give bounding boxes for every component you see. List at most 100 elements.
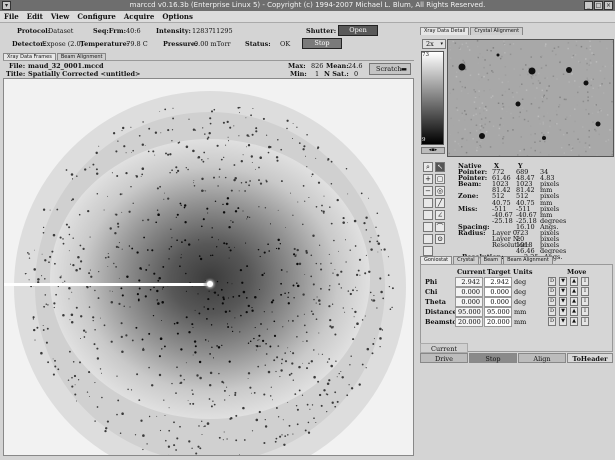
drive-icon[interactable]: D <box>548 307 556 316</box>
scale-menu-button[interactable]: Scratch ▬ <box>369 63 411 75</box>
detail-image[interactable] <box>447 39 614 157</box>
detail-noise-pixel <box>594 128 596 131</box>
shutter-status[interactable]: Open <box>338 25 378 36</box>
detail-noise-pixel <box>612 41 613 43</box>
pixel-info-label: Miss: <box>458 204 478 213</box>
file-value: maud_32_0001.mccd <box>28 62 104 70</box>
diffraction-spot <box>171 140 173 142</box>
diffraction-spot <box>120 322 123 325</box>
toheader-button[interactable]: ToHeader <box>567 353 613 363</box>
target-input[interactable]: 0.000 <box>484 297 512 307</box>
diffraction-spot <box>255 127 258 130</box>
window-menu-icon[interactable]: ▾ <box>2 1 11 10</box>
move-down-icon[interactable]: ▼ <box>559 317 567 326</box>
drive-icon[interactable]: D <box>548 317 556 326</box>
tab-gonio-beam-alignment[interactable]: Beam Alignment <box>503 256 553 264</box>
arc-tool-icon[interactable]: ⌒ <box>435 222 445 232</box>
colorbar[interactable] <box>421 51 444 145</box>
diffraction-spot <box>328 358 331 360</box>
target-input[interactable]: 0.000 <box>484 287 512 297</box>
menu-acquire[interactable]: Acquire <box>124 12 154 21</box>
info-icon[interactable]: I <box>581 307 589 316</box>
detail-noise-pixel <box>595 104 597 106</box>
plus-icon[interactable]: + <box>423 174 433 184</box>
target-input[interactable]: 20.000 <box>484 317 512 327</box>
align-button[interactable]: Align <box>518 353 566 363</box>
detail-noise-pixel <box>452 88 455 91</box>
diffraction-spot <box>191 323 194 326</box>
move-up-icon[interactable]: ▲ <box>570 317 578 326</box>
move-up-icon[interactable]: ▲ <box>570 277 578 286</box>
tool-icon-13[interactable] <box>423 234 433 244</box>
detail-noise-pixel <box>519 111 521 114</box>
stop-motion-button[interactable]: Stop <box>469 353 517 363</box>
menu-view[interactable]: View <box>51 12 69 21</box>
tab-crystal[interactable]: Crystal <box>453 256 479 264</box>
box-tool-icon[interactable]: ▢ <box>435 174 445 184</box>
minimize-icon[interactable]: _ <box>584 1 593 10</box>
drive-button[interactable]: Drive <box>420 353 468 363</box>
diffraction-spot <box>222 211 226 214</box>
diffraction-spot <box>233 164 236 166</box>
info-icon[interactable]: I <box>581 277 589 286</box>
info-icon[interactable]: I <box>581 317 589 326</box>
tab-goniostat[interactable]: Goniostat <box>420 256 453 264</box>
pointer-tool-icon[interactable]: ↖ <box>435 162 445 172</box>
tool-icon-11[interactable] <box>423 222 433 232</box>
move-down-icon[interactable]: ▼ <box>559 297 567 306</box>
tab-beam[interactable]: Beam <box>479 256 503 264</box>
close-icon[interactable]: × <box>604 1 613 10</box>
current-button[interactable]: Current <box>420 343 468 353</box>
diffraction-spot <box>97 297 100 300</box>
menu-configure[interactable]: Configure <box>77 12 116 21</box>
tab-xray-data-detail[interactable]: Xray Data Detail <box>420 27 470 35</box>
stop-button[interactable]: Stop <box>302 38 342 49</box>
diffraction-image-viewer[interactable] <box>3 78 414 456</box>
move-up-icon[interactable]: ▲ <box>570 307 578 316</box>
diffraction-spot <box>43 305 46 308</box>
move-down-icon[interactable]: ▼ <box>559 277 567 286</box>
diffraction-spot <box>277 416 280 418</box>
tool-icon-9[interactable] <box>423 210 433 220</box>
drive-icon[interactable]: D <box>548 287 556 296</box>
move-down-icon[interactable]: ▼ <box>559 287 567 296</box>
tool-icon-15[interactable] <box>423 246 433 256</box>
line-tool-icon[interactable]: ╱ <box>435 198 445 208</box>
diffraction-spot <box>336 273 339 277</box>
info-icon[interactable]: I <box>581 297 589 306</box>
diffraction-spot <box>317 181 321 184</box>
diffraction-spot <box>65 169 68 171</box>
minus-icon[interactable]: − <box>423 186 433 196</box>
move-up-icon[interactable]: ▲ <box>570 287 578 296</box>
zoom-tool-icon[interactable]: ⌕ <box>423 162 433 172</box>
maximize-icon[interactable]: □ <box>594 1 603 10</box>
target-input[interactable]: 95.000 <box>484 307 512 317</box>
move-down-icon[interactable]: ▼ <box>559 307 567 316</box>
diffraction-spot <box>167 445 171 448</box>
colorbar-arrows[interactable]: ◂▪▸ <box>421 147 445 154</box>
target-input[interactable]: 2.942 <box>484 277 512 287</box>
diffraction-spot <box>290 372 293 375</box>
current-value: 2.942 <box>455 277 483 287</box>
move-up-icon[interactable]: ▲ <box>570 297 578 306</box>
menu-edit[interactable]: Edit <box>27 12 43 21</box>
detail-noise-pixel <box>578 154 580 156</box>
detail-noise-pixel <box>554 123 557 125</box>
drive-icon[interactable]: D <box>548 277 556 286</box>
angle-tool-icon[interactable]: ∠ <box>435 210 445 220</box>
circle-tool-icon[interactable]: ◎ <box>435 186 445 196</box>
pixel-info-label: Radius: <box>458 229 486 237</box>
drive-icon[interactable]: D <box>548 297 556 306</box>
menu-file[interactable]: File <box>4 12 19 21</box>
zoom-select[interactable]: 2x ▾ <box>422 39 446 49</box>
info-icon[interactable]: I <box>581 287 589 296</box>
tool-icon-7[interactable] <box>423 198 433 208</box>
diffraction-spot <box>98 145 100 147</box>
tab-crystal-alignment[interactable]: Crystal Alignment <box>470 27 524 35</box>
diffraction-spot <box>28 253 30 255</box>
diffraction-image[interactable] <box>4 79 414 456</box>
diffraction-spot <box>277 345 280 347</box>
diffraction-spot <box>216 280 219 283</box>
menu-options[interactable]: Options <box>162 12 193 21</box>
target-tool-icon[interactable]: ⊙ <box>435 234 445 244</box>
